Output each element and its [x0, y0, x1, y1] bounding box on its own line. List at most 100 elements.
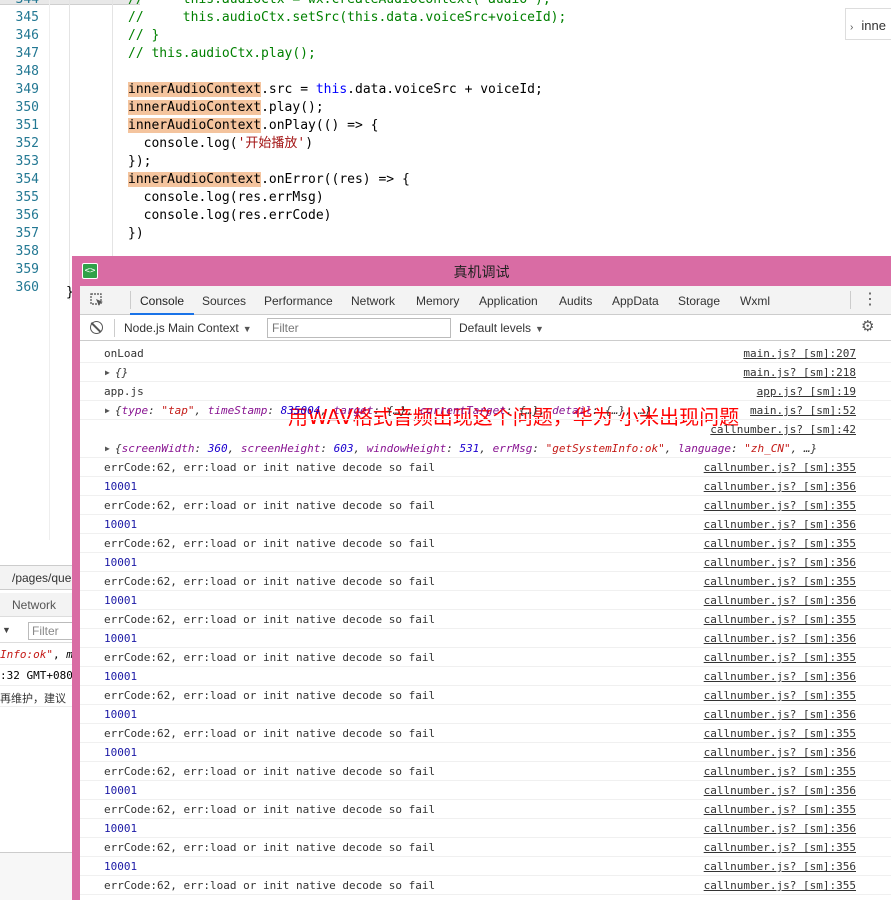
tab-wxml[interactable]: Wxml — [730, 286, 780, 315]
log-source-link[interactable]: callnumber.js? [sm]:356 — [704, 591, 856, 610]
tab-console[interactable]: Console — [130, 286, 195, 315]
line-number: 349 — [15, 82, 39, 97]
expand-triangle-icon[interactable]: ▶ — [105, 401, 110, 420]
inspect-element-icon[interactable] — [90, 293, 104, 307]
devtools-body: ⋮ Console Sources Performance Network Memory… — [80, 286, 891, 900]
log-message[interactable]: {type: "tap", timeStamp: 835004, target:… — [115, 401, 652, 420]
log-message[interactable]: {} — [115, 363, 128, 382]
console-log-row: app.js app.js? [sm]:19 — [80, 382, 891, 401]
line-number: 344 — [16, 0, 39, 9]
tab-memory[interactable]: Memory — [406, 286, 469, 315]
log-message: 10001 — [104, 708, 138, 721]
console-log-row: errCode:62, err:load or init native deco… — [80, 610, 891, 629]
console-toolbar: Node.js Main Context ▼ Filter Default lev… — [80, 315, 891, 341]
log-message[interactable]: {screenWidth: 360, screenHeight: 603, wi… — [115, 439, 817, 458]
log-source-link[interactable]: callnumber.js? [sm]:355 — [704, 800, 856, 819]
tab-network[interactable]: Network — [0, 593, 80, 617]
log-source-link[interactable]: callnumber.js? [sm]:355 — [704, 724, 856, 743]
log-source-link[interactable]: callnumber.js? [sm]:356 — [704, 743, 856, 762]
tab-appdata[interactable]: AppData — [602, 286, 669, 315]
console-log-row: errCode:62, err:load or init native deco… — [80, 572, 891, 591]
log-message: 10001 — [104, 746, 138, 759]
remote-debug-window: <> 真机调试 ⋮ Console Sources Performance Netwo… — [72, 256, 891, 900]
code-line: }); — [128, 154, 152, 169]
code-line: innerAudioContext.play(); — [128, 100, 324, 115]
log-source-link[interactable]: main.js? [sm]:52 — [750, 401, 856, 420]
right-panel-tab[interactable]: › inne — [845, 8, 891, 40]
right-panel-tab-label: inne — [861, 18, 886, 33]
log-source-link[interactable]: callnumber.js? [sm]:356 — [704, 515, 856, 534]
devtools-tab-bar: ⋮ Console Sources Performance Network Memory… — [80, 286, 891, 315]
log-source-link[interactable]: callnumber.js? [sm]:355 — [704, 610, 856, 629]
context-selector[interactable]: Node.js Main Context ▼ — [124, 321, 252, 335]
log-message: errCode:62, err:load or init native deco… — [104, 537, 436, 550]
more-options-icon[interactable]: ⋮ — [862, 290, 878, 310]
log-message: 10001 — [104, 822, 138, 835]
tab-sources[interactable]: Sources — [192, 286, 256, 315]
log-source-link[interactable]: app.js? [sm]:19 — [757, 382, 856, 401]
line-number: 345 — [15, 10, 39, 25]
line-number: 354 — [15, 172, 39, 187]
filter-row: ▼ Filter — [0, 619, 88, 643]
log-message: 10001 — [104, 670, 138, 683]
dropdown-arrow-icon[interactable]: ▼ — [2, 625, 11, 635]
log-message: errCode:62, err:load or init native deco… — [104, 651, 436, 664]
console-filter-input[interactable]: Filter — [267, 318, 451, 338]
log-message: 10001 — [104, 860, 138, 873]
log-source-link[interactable]: main.js? [sm]:207 — [743, 344, 856, 363]
log-source-link[interactable]: callnumber.js? [sm]:355 — [704, 762, 856, 781]
log-source-link[interactable]: callnumber.js? [sm]:355 — [704, 876, 856, 895]
clear-console-icon[interactable] — [90, 321, 103, 334]
log-source-link[interactable]: callnumber.js? [sm]:355 — [704, 534, 856, 553]
indent-guide — [69, 0, 70, 300]
log-source-link[interactable]: callnumber.js? [sm]:356 — [704, 819, 856, 838]
console-log-row: 10001 callnumber.js? [sm]:356 — [80, 477, 891, 496]
log-source-link[interactable]: callnumber.js? [sm]:356 — [704, 477, 856, 496]
log-source-link[interactable]: callnumber.js? [sm]:355 — [704, 838, 856, 857]
console-log-row: onLoad main.js? [sm]:207 — [80, 344, 891, 363]
tab-storage[interactable]: Storage — [668, 286, 730, 315]
log-message: errCode:62, err:load or init native deco… — [104, 689, 436, 702]
log-source-link[interactable]: callnumber.js? [sm]:356 — [704, 629, 856, 648]
log-source-link[interactable]: callnumber.js? [sm]:355 — [704, 648, 856, 667]
log-source-link[interactable]: callnumber.js? [sm]:356 — [704, 857, 856, 876]
line-number: 355 — [15, 190, 39, 205]
tab-audits[interactable]: Audits — [549, 286, 602, 315]
log-message: errCode:62, err:load or init native deco… — [104, 803, 436, 816]
log-source-link[interactable]: callnumber.js? [sm]:356 — [704, 781, 856, 800]
log-message: errCode:62, err:load or init native deco… — [104, 727, 436, 740]
line-number: 353 — [15, 154, 39, 169]
code-area[interactable]: // this.audioCtx = wx.createAudioContext… — [50, 0, 840, 300]
log-source-link[interactable]: callnumber.js? [sm]:356 — [704, 705, 856, 724]
tab-application[interactable]: Application — [469, 286, 548, 315]
log-source-link[interactable]: callnumber.js? [sm]:355 — [704, 572, 856, 591]
code-line: innerAudioContext.onError((res) => { — [128, 172, 410, 187]
tab-network[interactable]: Network — [341, 286, 405, 315]
gear-icon[interactable]: ⚙ — [861, 319, 874, 335]
left-log-line: Info:ok", m — [0, 645, 80, 665]
log-source-link[interactable]: callnumber.js? [sm]:356 — [704, 667, 856, 686]
console-log-row: 10001 callnumber.js? [sm]:356 — [80, 515, 891, 534]
code-line: // } — [128, 28, 160, 43]
line-number-gutter: 344345 346 347 348 349 350 351 352 353 354 355 356 3… — [0, 0, 50, 540]
console-log-row: ▶ {screenWidth: 360, screenHeight: 603, w… — [80, 420, 891, 458]
log-source-link[interactable]: callnumber.js? [sm]:355 — [704, 458, 856, 477]
log-levels-dropdown[interactable]: Default levels ▼ — [459, 321, 544, 335]
page-path: /pages/que — [0, 565, 80, 590]
log-source-link[interactable]: callnumber.js? [sm]:356 — [704, 553, 856, 572]
log-source-link[interactable]: callnumber.js? [sm]:355 — [704, 686, 856, 705]
log-source-link[interactable]: callnumber.js? [sm]:42 — [710, 420, 856, 439]
log-message: errCode:62, err:load or init native deco… — [104, 841, 436, 854]
context-label: Node.js Main Context — [124, 321, 239, 335]
expand-triangle-icon[interactable]: ▶ — [105, 363, 110, 382]
console-output[interactable]: 用WAV格式音频出现这个问题，华为 小米出现问题 onLoad main.js? … — [80, 342, 891, 900]
log-source-link[interactable]: main.js? [sm]:218 — [743, 363, 856, 382]
code-line: }) — [128, 226, 144, 241]
log-source-link[interactable]: callnumber.js? [sm]:355 — [704, 496, 856, 515]
tab-performance[interactable]: Performance — [254, 286, 343, 315]
window-titlebar[interactable]: <> 真机调试 — [72, 256, 891, 286]
console-log-row: errCode:62, err:load or init native deco… — [80, 838, 891, 857]
toolbar-separator — [114, 319, 115, 337]
console-log-row: errCode:62, err:load or init native deco… — [80, 800, 891, 819]
expand-triangle-icon[interactable]: ▶ — [105, 439, 110, 458]
